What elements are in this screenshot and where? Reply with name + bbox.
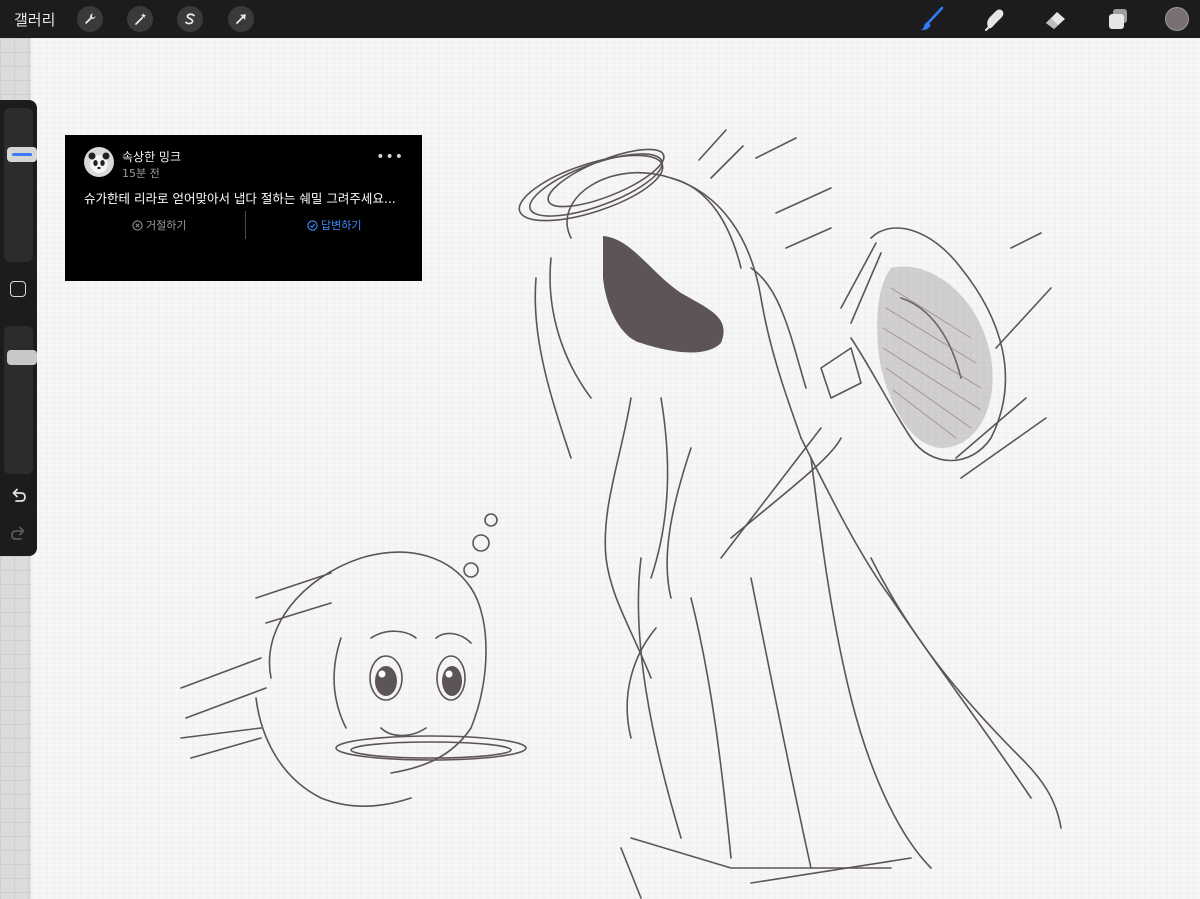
brush-size-thumb[interactable]	[7, 147, 37, 162]
smudge-icon[interactable]	[980, 5, 1008, 33]
wrench-icon[interactable]	[77, 6, 103, 32]
gallery-button[interactable]: 갤러리	[14, 9, 55, 30]
arrow-cursor-icon[interactable]	[228, 6, 254, 32]
reply-button[interactable]: 답변하기	[307, 217, 361, 233]
redo-icon[interactable]	[9, 524, 28, 543]
modify-button[interactable]	[10, 281, 26, 297]
post-time: 15분 전	[122, 167, 160, 180]
magic-wand-icon[interactable]	[127, 6, 153, 32]
side-panel	[0, 100, 37, 556]
opacity-slider[interactable]	[4, 326, 37, 474]
panda-icon	[88, 152, 110, 173]
opacity-thumb[interactable]	[7, 350, 37, 365]
close-circle-icon	[132, 219, 143, 231]
undo-icon[interactable]	[9, 486, 28, 505]
brush-size-accent	[12, 153, 32, 156]
color-swatch[interactable]	[1165, 7, 1189, 31]
brush-icon[interactable]	[918, 5, 946, 33]
more-options-button[interactable]: •••	[376, 149, 404, 165]
brush-size-slider[interactable]	[4, 108, 37, 262]
selection-s-icon[interactable]	[177, 6, 203, 32]
question-card: 속상한 밍크 15분 전 ••• 슈가한테 리라로 얻어맞아서 냅다 절하는 쉐…	[65, 135, 422, 281]
reject-button[interactable]: 거절하기	[132, 217, 186, 233]
reject-label: 거절하기	[146, 219, 187, 232]
avatar	[84, 147, 114, 177]
username: 속상한 밍크	[122, 150, 182, 164]
action-divider	[245, 211, 246, 239]
check-circle-icon	[307, 219, 318, 231]
reply-label: 답변하기	[321, 219, 362, 232]
layers-icon[interactable]	[1104, 5, 1132, 33]
eraser-icon[interactable]	[1042, 5, 1070, 33]
question-message: 슈가한테 리라로 얻어맞아서 냅다 절하는 쉐밀 그려주세요...	[84, 191, 396, 206]
top-toolbar: 갤러리	[0, 0, 1200, 38]
